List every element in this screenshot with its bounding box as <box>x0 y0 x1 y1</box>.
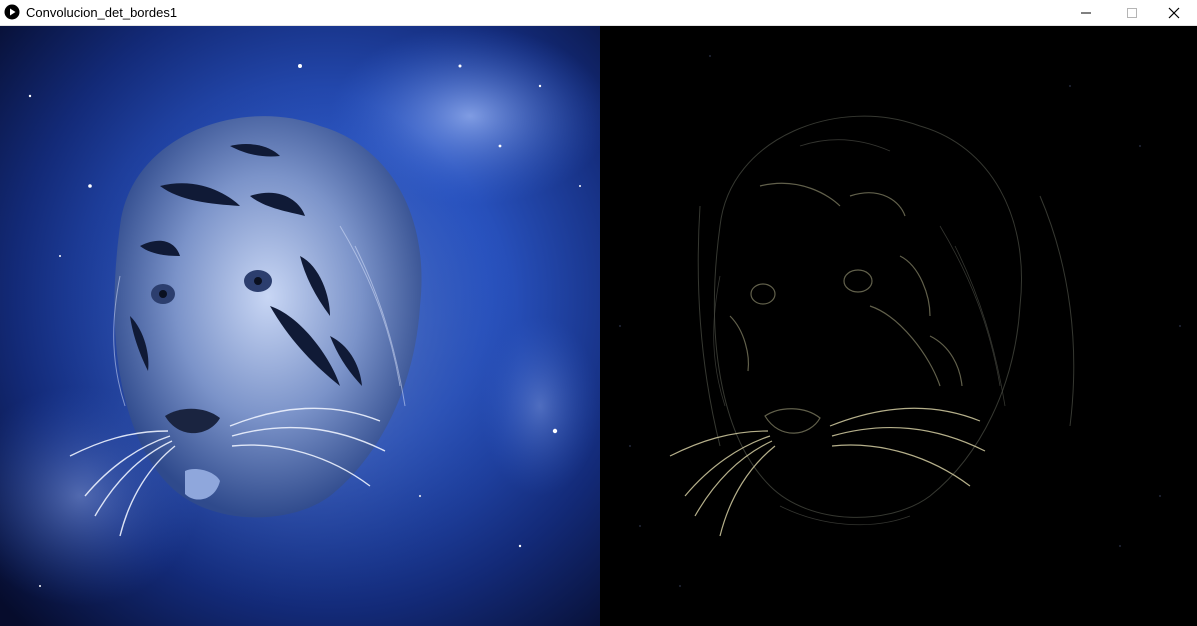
close-button[interactable] <box>1151 0 1197 26</box>
title-bar[interactable]: Convolucion_det_bordes1 <box>0 0 1197 26</box>
window-title: Convolucion_det_bordes1 <box>26 5 178 20</box>
minimize-button[interactable] <box>1063 0 1109 26</box>
play-icon <box>4 4 20 20</box>
maximize-icon <box>1127 8 1137 18</box>
minimize-icon <box>1081 12 1091 14</box>
app-window: Convolucion_det_bordes1 <box>0 0 1197 626</box>
sketch-canvas[interactable] <box>0 26 1197 626</box>
original-image <box>0 26 600 626</box>
close-icon <box>1168 7 1180 19</box>
edge-detected-image <box>600 26 1197 626</box>
maximize-button[interactable] <box>1109 0 1155 26</box>
